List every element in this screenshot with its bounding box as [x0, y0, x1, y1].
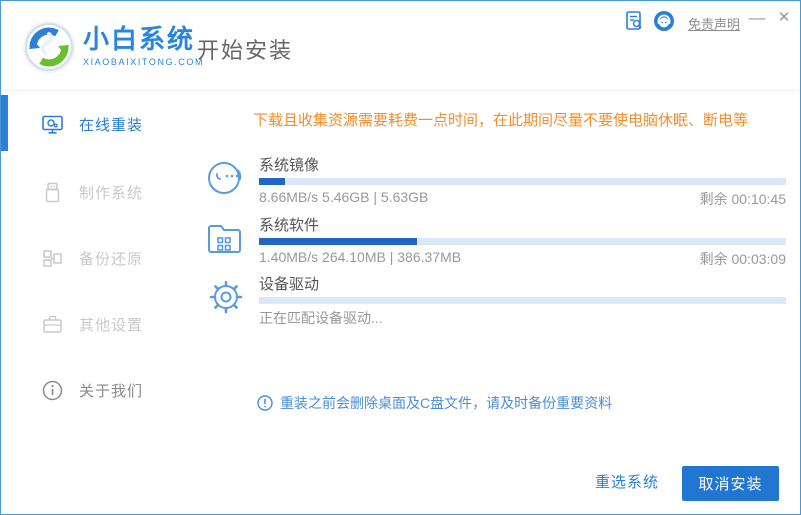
sidebar-item-backup-restore[interactable]: 备份还原 — [41, 247, 143, 270]
minimize-button[interactable]: — — [746, 5, 768, 31]
brand-title: 小白系统 — [83, 24, 196, 54]
close-button[interactable]: ✕ — [773, 5, 795, 31]
backup-note-text: 重装之前会删除桌面及C盘文件，请及时备份重要资料 — [280, 395, 613, 411]
task-remaining: 剩余 00:10:45 — [699, 191, 786, 207]
task-label: 设备驱动 — [259, 276, 320, 293]
task-remaining: 剩余 00:03:09 — [699, 251, 786, 267]
sidebar-item-label: 其他设置 — [79, 317, 144, 334]
brand-subtitle: XIAOBAIXITONG.COM — [83, 57, 205, 67]
reselect-system-button[interactable]: 重选系统 — [589, 466, 665, 500]
briefcase-icon — [41, 313, 64, 336]
progress-bar — [259, 238, 786, 245]
task-stats: 8.66MB/s 5.46GB | 5.63GB — [259, 189, 429, 205]
sidebar-item-label: 制作系统 — [79, 185, 144, 202]
progress-fill — [259, 178, 286, 185]
sidebar-item-about-us[interactable]: 关于我们 — [41, 379, 143, 402]
app-window: 小白系统 XIAOBAIXITONG.COM 开始安装 免责声明 — ✕ 在线重… — [0, 0, 801, 515]
sidebar-item-label: 关于我们 — [79, 383, 144, 400]
usb-drive-icon — [41, 181, 64, 204]
sidebar-item-label: 备份还原 — [79, 251, 144, 268]
alert-circle-icon — [257, 395, 273, 411]
gear-icon — [204, 275, 248, 319]
monitor-icon — [41, 113, 64, 136]
page-title: 开始安装 — [197, 38, 294, 63]
sidebar-item-other-settings[interactable]: 其他设置 — [41, 313, 143, 336]
task-label: 系统镜像 — [259, 157, 320, 174]
main-content: 下载且收集资源需要耗费一点时间，在此期间尽量不要使电脑休眠、断电等 系统镜像 8… — [191, 91, 800, 514]
progress-fill — [259, 238, 418, 245]
warning-text: 下载且收集资源需要耗费一点时间，在此期间尽量不要使电脑休眠、断电等 — [252, 112, 748, 129]
face-icon — [204, 156, 248, 200]
task-label: 系统软件 — [259, 217, 320, 234]
task-status: 正在匹配设备驱动... — [259, 310, 383, 326]
brand-text: 小白系统 XIAOBAIXITONG.COM — [83, 25, 204, 67]
app-logo-icon — [21, 19, 77, 75]
sidebar-item-online-reinstall[interactable]: 在线重装 — [41, 113, 143, 136]
progress-bar — [259, 178, 786, 185]
header: 小白系统 XIAOBAIXITONG.COM 开始安装 免责声明 — ✕ — [1, 1, 800, 91]
task-stats: 1.40MB/s 264.10MB | 386.37MB — [259, 249, 462, 265]
cancel-install-button[interactable]: 取消安装 — [682, 466, 779, 501]
disclaimer-link[interactable]: 免责声明 — [688, 14, 740, 33]
backup-note: 重装之前会删除桌面及C盘文件，请及时备份重要资料 — [257, 393, 612, 413]
folder-icon — [204, 216, 248, 260]
sidebar-item-label: 在线重装 — [79, 117, 144, 134]
active-item-indicator — [1, 95, 8, 151]
info-circle-icon — [41, 379, 64, 402]
sidebar: 在线重装 制作系统 备份还原 其他设置 关于我们 — [1, 91, 191, 514]
customer-service-icon[interactable] — [653, 10, 675, 32]
sidebar-item-make-system[interactable]: 制作系统 — [41, 181, 143, 204]
progress-bar — [259, 297, 786, 304]
blocks-icon — [41, 247, 64, 270]
log-report-icon[interactable] — [623, 10, 645, 32]
